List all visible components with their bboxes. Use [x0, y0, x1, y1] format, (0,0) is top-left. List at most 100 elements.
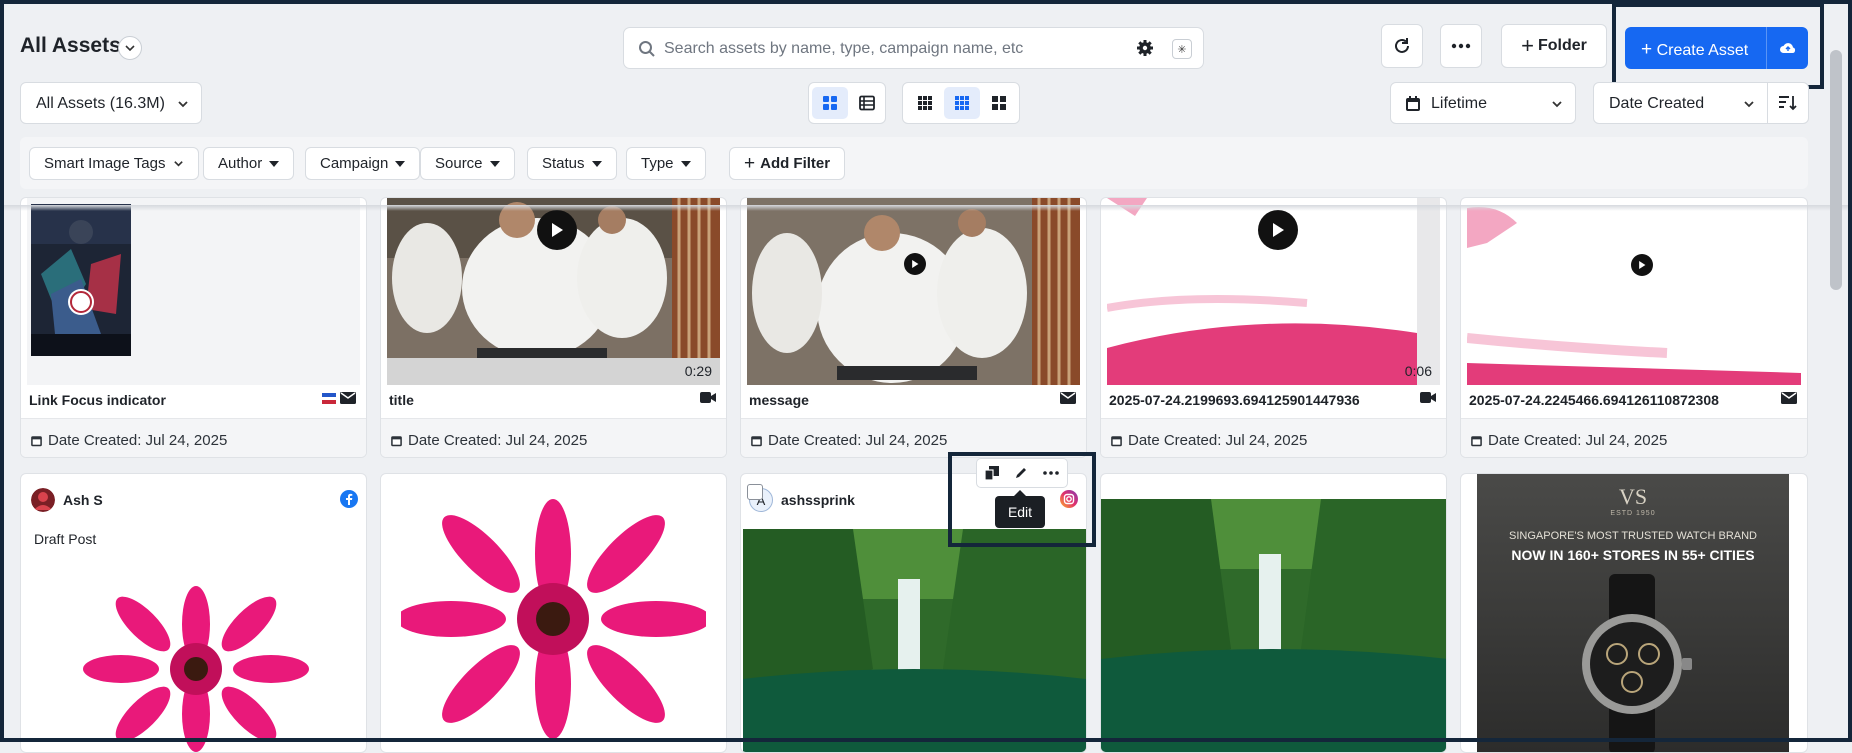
calendar-icon [1471, 436, 1482, 447]
filter-campaign[interactable]: Campaign [305, 147, 421, 180]
asset-card[interactable] [1100, 473, 1447, 753]
asset-scope-select[interactable]: All Assets (16.3M) [20, 82, 202, 124]
asset-thumbnail [747, 198, 1080, 385]
asset-card[interactable]: VS ESTD 1950 SINGAPORE'S MOST TRUSTED WA… [1460, 473, 1808, 753]
grid-icon [823, 96, 837, 110]
play-button[interactable] [1631, 254, 1653, 276]
chevron-down-icon [1744, 101, 1754, 108]
calendar-icon [1111, 436, 1122, 447]
chevron-down-icon [1552, 101, 1562, 108]
asset-thumbnail: 0:29 [387, 198, 720, 385]
flower-image [401, 499, 706, 739]
large-grid-button[interactable] [981, 87, 1017, 119]
asset-card[interactable]: 0:06 2025-07-24.2199693.694125901447936 … [1100, 197, 1447, 458]
filter-author[interactable]: Author [203, 147, 295, 180]
medium-grid-button[interactable] [944, 87, 980, 119]
play-button[interactable] [904, 253, 926, 275]
asset-card[interactable] [380, 473, 727, 753]
post-card[interactable]: Ash S Draft Post [20, 473, 367, 753]
ad-brand-logo: VS [1618, 484, 1648, 509]
search-bar[interactable]: Search assets by name, type, campaign na… [623, 27, 1204, 69]
video-camera-icon [700, 392, 716, 403]
dense-grid-icon [918, 96, 932, 110]
dense-grid-button[interactable] [907, 87, 943, 119]
post-author: ashssprink [781, 492, 855, 508]
sort-descending-icon [1779, 96, 1797, 111]
scrollbar-thumb[interactable] [1830, 50, 1842, 290]
add-folder-button[interactable]: + Folder [1501, 24, 1607, 68]
asset-name: 2025-07-24.2245466.694126110872308 [1469, 392, 1719, 408]
caret-down-icon [489, 160, 500, 167]
gear-icon[interactable] [1136, 39, 1154, 57]
asset-thumbnail [27, 198, 360, 385]
asset-card[interactable]: Link Focus indicator Date Created: Jul 2… [20, 197, 367, 458]
video-duration: 0:29 [684, 363, 712, 379]
play-icon [1273, 223, 1284, 237]
filter-type[interactable]: Type [626, 147, 706, 180]
post-caption: Draft Post [34, 531, 97, 547]
select-checkbox[interactable] [747, 484, 763, 500]
pink-graphic-image [1467, 198, 1801, 385]
more-options-button[interactable] [1440, 24, 1482, 68]
medium-grid-icon [955, 96, 969, 110]
caret-down-icon [269, 160, 280, 167]
list-icon [859, 95, 875, 111]
ad-headline: NOW IN 160+ STORES IN 55+ CITIES [1511, 547, 1755, 563]
asset-card[interactable]: 0:29 title Date Created: Jul 24, 2025 [380, 197, 727, 458]
filter-smart-image-tags[interactable]: Smart Image Tags [29, 147, 200, 180]
play-button[interactable] [1258, 210, 1298, 250]
add-filter-button[interactable]: + Add Filter [729, 147, 846, 180]
caret-down-icon [680, 160, 691, 167]
filter-status[interactable]: Status [527, 147, 617, 180]
refresh-icon [1395, 38, 1409, 53]
asset-thumbnail [1467, 198, 1801, 385]
list-view-button[interactable] [849, 87, 885, 119]
time-range-select[interactable]: Lifetime [1390, 82, 1576, 124]
filter-source[interactable]: Source [420, 147, 515, 180]
scrollbar[interactable] [1830, 40, 1844, 740]
page-title: All Assets [20, 34, 121, 57]
anime-poster-image [31, 204, 131, 356]
sort-field-select[interactable]: Date Created [1593, 82, 1768, 124]
grid-view-button[interactable] [812, 87, 848, 119]
density-toggle-group [902, 82, 1020, 124]
mail-icon [1781, 392, 1797, 404]
plus-icon: + [1521, 33, 1534, 58]
video-camera-icon [1420, 392, 1436, 403]
facebook-icon [340, 490, 358, 508]
sort-direction-button[interactable] [1767, 82, 1809, 124]
flower-image [83, 586, 309, 752]
waterfall-image [1101, 499, 1446, 752]
mail-icon [1060, 392, 1076, 404]
large-grid-icon [992, 96, 1006, 110]
view-toggle-group [808, 82, 886, 124]
waterfall-image [743, 529, 1086, 752]
asset-name: 2025-07-24.2199693.694125901447936 [1109, 392, 1360, 408]
chevron-down-icon [174, 161, 184, 167]
mail-icon [340, 392, 356, 404]
play-button[interactable] [537, 210, 577, 250]
ai-search-icon[interactable]: ✳ [1172, 39, 1192, 59]
asset-card[interactable]: 2025-07-24.2245466.694126110872308 Date … [1460, 197, 1808, 458]
calendar-icon [31, 436, 42, 447]
play-icon [912, 260, 919, 268]
ellipsis-icon [1451, 43, 1471, 49]
asset-name: title [389, 392, 414, 408]
asset-card[interactable]: message Date Created: Jul 24, 2025 [740, 197, 1087, 458]
calendar-icon [1406, 96, 1420, 111]
title-dropdown-button[interactable] [118, 36, 142, 60]
search-icon [639, 41, 655, 57]
flag-icon [322, 392, 336, 404]
post-author: Ash S [63, 492, 103, 508]
chevron-down-icon [125, 45, 135, 52]
watch-image [1582, 574, 1692, 752]
search-input[interactable]: Search assets by name, type, campaign na… [664, 40, 1023, 58]
refresh-button[interactable] [1381, 24, 1423, 68]
plus-icon: + [744, 152, 756, 174]
play-icon [1639, 261, 1646, 269]
edit-action-highlight [948, 452, 1096, 547]
video-frame-image [747, 198, 1080, 385]
asset-thumbnail: 0:06 [1107, 198, 1440, 385]
asset-name: message [749, 392, 809, 408]
calendar-icon [751, 436, 762, 447]
